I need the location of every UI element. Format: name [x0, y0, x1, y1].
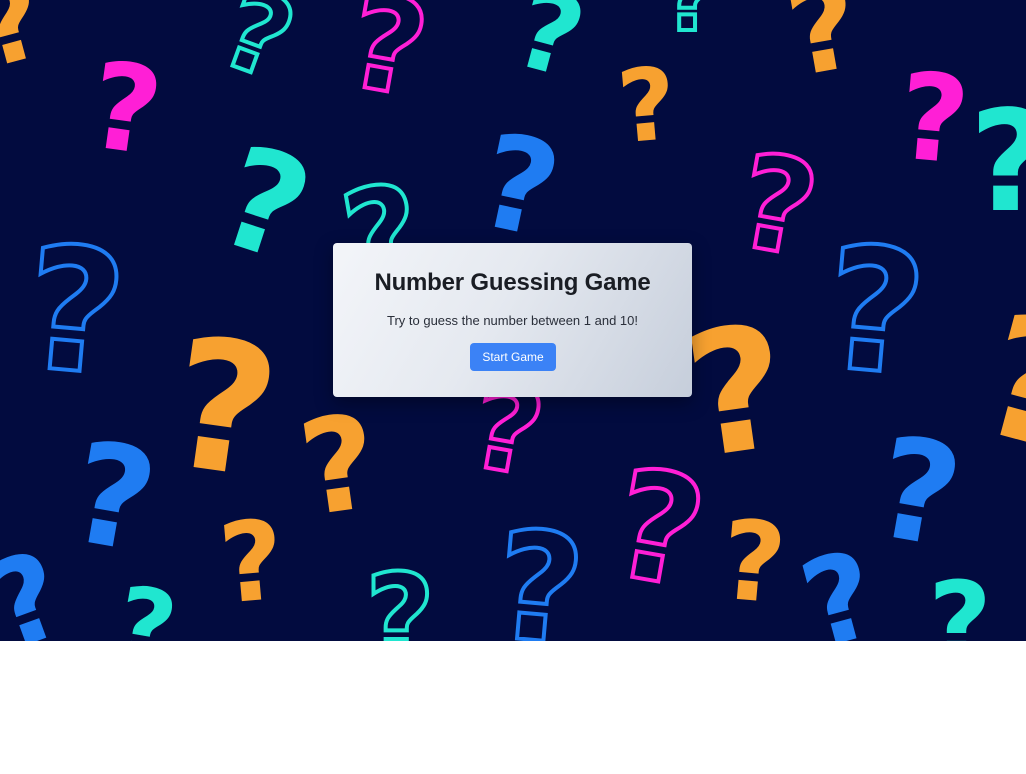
page: ???????????????????????????????? Number …: [0, 0, 1026, 774]
question-mark-icon: ?: [502, 0, 597, 103]
page-footer-blank: [0, 641, 1026, 774]
question-mark-icon: ?: [716, 496, 791, 629]
question-mark-icon: ?: [601, 437, 717, 623]
question-mark-icon: ?: [17, 209, 133, 415]
question-mark-icon: ?: [201, 115, 329, 295]
question-mark-icon: ?: [864, 406, 972, 581]
question-mark-icon: ?: [969, 81, 1026, 244]
question-mark-icon: ?: [817, 209, 933, 415]
question-mark-icon: ?: [928, 558, 992, 641]
question-mark-icon: ?: [59, 411, 167, 586]
question-mark-icon: ?: [0, 0, 58, 93]
question-mark-icon: ?: [214, 496, 289, 629]
question-mark-icon: ?: [962, 276, 1026, 493]
question-mark-icon: ?: [489, 499, 591, 641]
game-instructions: Try to guess the number between 1 and 10…: [386, 313, 638, 328]
hero-background: ???????????????????????????????? Number …: [0, 0, 1026, 641]
start-game-button[interactable]: Start Game: [470, 343, 556, 371]
question-mark-icon: ?: [664, 0, 716, 52]
question-mark-icon: ?: [613, 45, 681, 167]
question-mark-icon: ?: [777, 0, 870, 105]
question-mark-icon: ?: [337, 0, 438, 127]
question-mark-icon: ?: [206, 0, 310, 105]
question-mark-icon: ?: [81, 36, 169, 183]
question-mark-icon: ?: [157, 298, 289, 519]
question-mark-icon: ?: [365, 550, 435, 641]
question-mark-icon: ?: [727, 124, 828, 287]
question-mark-icon: ?: [291, 385, 387, 546]
game-title: Number Guessing Game: [374, 269, 651, 296]
game-card: Number Guessing Game Try to guess the nu…: [333, 243, 692, 397]
question-mark-icon: ?: [893, 47, 974, 192]
